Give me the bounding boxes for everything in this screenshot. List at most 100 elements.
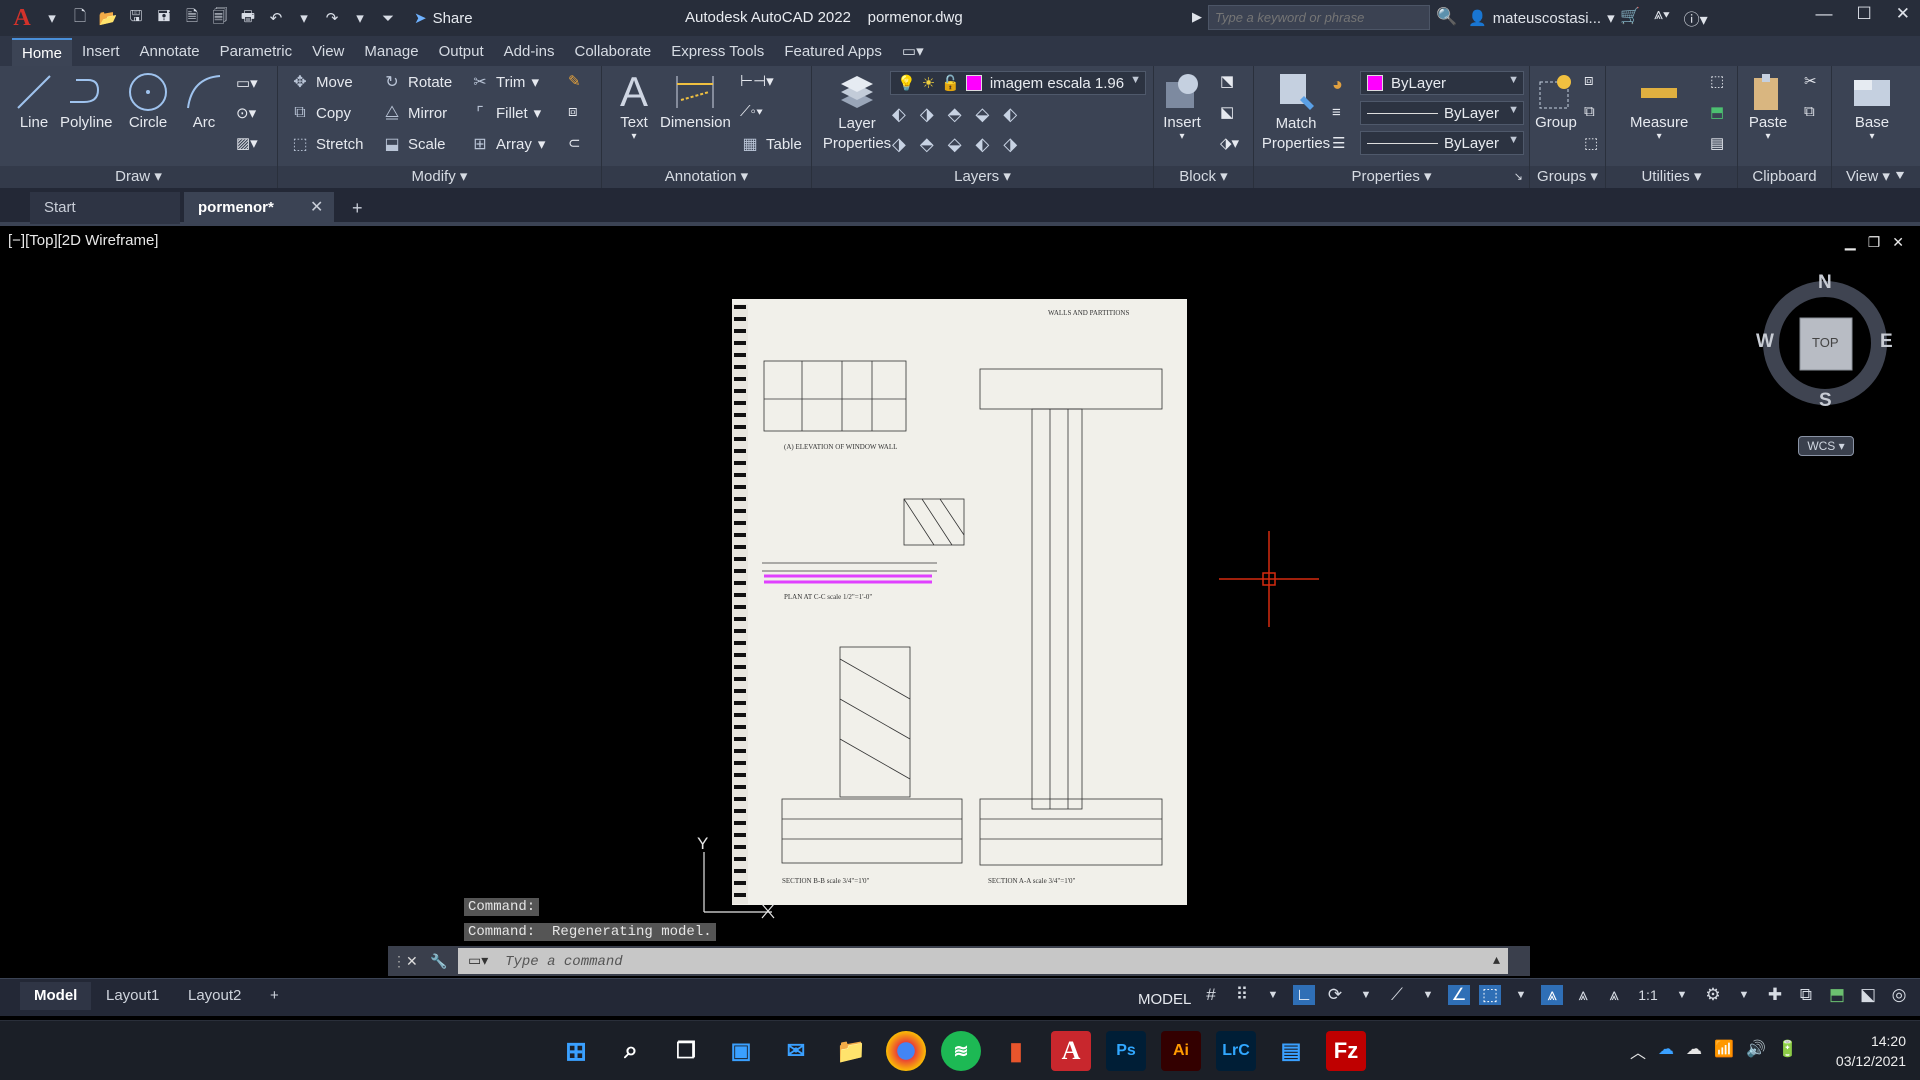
wcs-menu[interactable]: WCS ▾ [1798, 436, 1854, 456]
polar-icon[interactable]: ⟳ [1324, 985, 1346, 1005]
tab-annotate[interactable]: Annotate [130, 38, 210, 66]
new-file-icon[interactable]: 🗋 [68, 6, 92, 30]
calculator-icon[interactable]: ▤ [1710, 134, 1724, 152]
move-button[interactable]: ✥ Move [290, 72, 352, 92]
task-view-icon[interactable]: ❐ [666, 1031, 706, 1071]
linear-dim-icon[interactable]: ⊢⊣▾ [740, 72, 774, 90]
rectangle-icon[interactable]: ▭▾ [236, 74, 258, 92]
tab-start[interactable]: Start [30, 192, 180, 224]
store-icon[interactable]: ▤ [1271, 1031, 1311, 1071]
layer-off-icon[interactable]: ⬖ [892, 104, 906, 125]
viewcube-west[interactable]: W [1756, 331, 1774, 353]
layer-properties-button[interactable]: Layer Properties [818, 70, 896, 154]
photoshop-icon[interactable]: Ps [1106, 1031, 1146, 1071]
stretch-button[interactable]: ⬚ Stretch [290, 134, 363, 154]
tab-home[interactable]: Home [12, 38, 73, 66]
layer-unlock-icon[interactable]: ⬖ [976, 134, 990, 155]
base-button[interactable]: Base ▾ [1850, 70, 1894, 142]
widgets-icon[interactable]: ▣ [721, 1031, 761, 1071]
table-button[interactable]: ▦ Table [740, 134, 801, 154]
autodesk-app-icon[interactable]: ⩓▾ [1654, 6, 1670, 30]
annotation-scale-value[interactable]: 1:1 [1634, 987, 1662, 1003]
circle-button[interactable]: Circle [126, 70, 170, 131]
open-file-icon[interactable]: 📂 [96, 6, 120, 30]
cloud-icon[interactable]: ☁ [1686, 1039, 1702, 1063]
minimize-icon[interactable]: — [1816, 4, 1833, 24]
color-wheel-icon[interactable]: ◕ [1332, 74, 1343, 95]
maximize-icon[interactable]: ☐ [1857, 4, 1872, 24]
cut-icon[interactable]: ✂ [1804, 72, 1817, 90]
layer-on-icon[interactable]: ⬗ [892, 134, 906, 155]
office-icon[interactable]: ▮ [996, 1031, 1036, 1071]
viewcube-south[interactable]: S [1819, 390, 1832, 412]
viewcube-north[interactable]: N [1818, 272, 1832, 294]
snap-icon[interactable]: ⠿ [1231, 985, 1253, 1005]
panel-view-label[interactable]: View ▾ ⯆ [1832, 166, 1920, 188]
onedrive-icon[interactable]: ☁ [1658, 1039, 1674, 1063]
tab-model[interactable]: Model [20, 982, 92, 1010]
line-button[interactable]: Line [12, 70, 56, 131]
recent-commands-icon[interactable]: ▭▾ [468, 954, 488, 970]
search-input[interactable] [1208, 5, 1430, 30]
measure-button[interactable]: Measure ▾ [1630, 70, 1688, 142]
panel-block-label[interactable]: Block ▾ [1154, 166, 1253, 188]
fillet-button[interactable]: ⌜ Fillet ▾ [470, 103, 541, 123]
arc-button[interactable]: Arc [182, 70, 226, 131]
wifi-icon[interactable]: 📶 [1714, 1039, 1734, 1063]
tab-collaborate[interactable]: Collaborate [564, 38, 661, 66]
undo-dropdown-icon[interactable]: ▾ [292, 6, 316, 30]
layer-lock-icon[interactable]: ⬙ [976, 104, 990, 125]
object-snap-icon[interactable]: ⬚ [1479, 985, 1501, 1005]
tab-view[interactable]: View [302, 38, 354, 66]
gradient-icon[interactable]: ▨▾ [236, 134, 258, 152]
open-web-icon[interactable]: 🗎 [180, 6, 204, 30]
layer-unisolate-icon[interactable]: ⬘ [920, 134, 934, 155]
layer-thaw-icon[interactable]: ⬙ [948, 134, 962, 155]
close-command-icon[interactable]: ✕ [406, 953, 418, 970]
panel-layers-label[interactable]: Layers ▾ [812, 166, 1153, 188]
linetype-icon[interactable]: ≡ [1332, 104, 1341, 121]
expand-history-icon[interactable]: ▴ [1493, 952, 1500, 969]
cart-icon[interactable]: 🛒 [1620, 6, 1640, 30]
customize-wrench-icon[interactable]: 🔧 [430, 953, 447, 970]
layer-dropdown[interactable]: 💡 ☀ 🔓 imagem escala 1.96 ▼ [890, 71, 1146, 95]
leader-icon[interactable]: ⟋◦▾ [740, 103, 763, 120]
raster-image-sheet[interactable]: WALLS AND PARTITIONS (A) ELEVATION OF WI… [732, 299, 1187, 905]
search-arrow-icon[interactable]: ▶ [1192, 9, 1202, 25]
chevron-up-icon[interactable]: ︿ [1630, 1039, 1646, 1063]
offset-icon[interactable]: ⊂ [568, 134, 581, 152]
chevron-down-icon[interactable]: ▼ [1671, 989, 1693, 1001]
redo-icon[interactable]: ↷ [320, 6, 344, 30]
panel-draw-label[interactable]: Draw ▾ [0, 166, 277, 188]
tab-manage[interactable]: Manage [354, 38, 428, 66]
chevron-down-icon[interactable]: ▼ [1262, 989, 1284, 1001]
paste-button[interactable]: Paste ▾ [1746, 70, 1790, 142]
panel-modify-label[interactable]: Modify ▾ [278, 166, 601, 188]
array-button[interactable]: ⊞ Array ▾ [470, 134, 545, 154]
quick-select-icon[interactable]: ⬚ [1710, 72, 1724, 90]
chevron-down-icon[interactable]: ▾ [40, 6, 64, 30]
layer-match-icon[interactable]: ⬖ [1003, 104, 1017, 125]
clock[interactable]: 14:20 03/12/2021 [1836, 1031, 1906, 1071]
volume-icon[interactable]: 🔊 [1746, 1039, 1766, 1063]
dialog-launcher-icon[interactable]: ↘ [1514, 166, 1523, 188]
binoculars-icon[interactable]: 🔍 [1436, 7, 1457, 27]
chrome-icon[interactable] [886, 1031, 926, 1071]
layer-isolate-icon[interactable]: ⬗ [920, 104, 934, 125]
tab-express-tools[interactable]: Express Tools [661, 38, 774, 66]
ribbon-toggle-icon[interactable]: ▭▾ [892, 38, 934, 66]
tab-add-ins[interactable]: Add-ins [494, 38, 565, 66]
chevron-down-icon[interactable]: ▼ [1417, 989, 1439, 1001]
panel-properties-label[interactable]: Properties ▾ ↘ [1254, 166, 1529, 188]
app-menu-button[interactable]: A [8, 5, 36, 31]
file-explorer-icon[interactable]: 📁 [831, 1031, 871, 1071]
tab-insert[interactable]: Insert [72, 38, 130, 66]
layer-make-current-icon[interactable]: ⬗ [1003, 134, 1017, 155]
help-icon[interactable]: ⓘ▾ [1684, 6, 1708, 30]
panel-groups-label[interactable]: Groups ▾ [1530, 166, 1605, 188]
units-icon[interactable]: ⧉ [1795, 985, 1817, 1005]
viewcube-east[interactable]: E [1880, 331, 1893, 353]
chevron-down-icon[interactable]: ▼ [1355, 989, 1377, 1001]
scale-button[interactable]: ⬓ Scale [382, 134, 445, 154]
tab-layout1[interactable]: Layout1 [92, 982, 173, 1010]
